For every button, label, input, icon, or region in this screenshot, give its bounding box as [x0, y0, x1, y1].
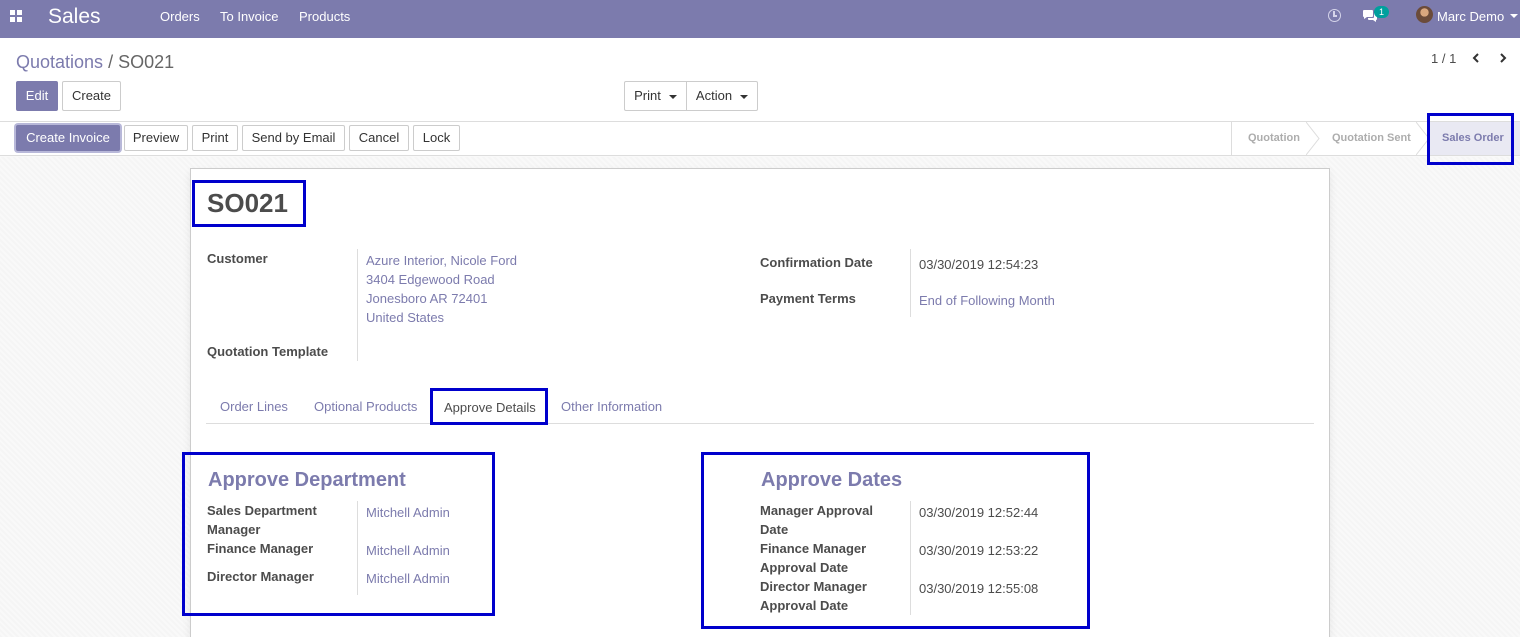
quotation-template-label: Quotation Template: [207, 344, 329, 359]
send-by-email-button[interactable]: Send by Email: [242, 125, 345, 151]
highlight-box-tab: [430, 388, 548, 425]
menu-orders[interactable]: Orders: [160, 9, 200, 24]
breadcrumb: Quotations / SO021: [16, 52, 174, 73]
lock-button[interactable]: Lock: [413, 125, 460, 151]
next-record-icon[interactable]: [1498, 53, 1508, 63]
customer-country: United States: [366, 310, 445, 325]
stage-quotation-sent: Quotation Sent: [1332, 132, 1411, 144]
highlight-box-dates: [701, 452, 1090, 629]
create-invoice-button[interactable]: Create Invoice: [16, 125, 120, 151]
top-navbar: Sales Orders To Invoice Products 1 Marc …: [0, 0, 1520, 38]
tabs-divider: [206, 423, 1314, 424]
customer-city: Jonesboro AR 72401: [366, 291, 488, 306]
highlight-box-stage: [1427, 113, 1514, 165]
previous-record-icon[interactable]: [1471, 53, 1481, 63]
breadcrumb-separator: /: [108, 52, 114, 72]
preview-button[interactable]: Preview: [124, 125, 188, 151]
statusbar: Create Invoice Preview Print Send by Ema…: [0, 122, 1520, 156]
breadcrumb-quotations[interactable]: Quotations: [16, 52, 103, 72]
user-menu[interactable]: Marc Demo: [1437, 9, 1504, 24]
pager-value[interactable]: 1 / 1: [1431, 51, 1456, 66]
message-count-badge: 1: [1374, 6, 1390, 18]
stage-quotation: Quotation: [1248, 132, 1300, 144]
tab-other-information[interactable]: Other Information: [561, 399, 662, 414]
control-panel: Quotations / SO021: [0, 38, 1520, 122]
stage-arrow-icon: [1306, 122, 1320, 155]
chevron-down-icon: [668, 94, 677, 99]
confirmation-date-label: Confirmation Date: [760, 255, 873, 270]
edit-button[interactable]: Edit: [16, 81, 58, 111]
cancel-button[interactable]: Cancel: [349, 125, 409, 151]
action-dropdown-label: Action: [695, 88, 733, 103]
print-button[interactable]: Print: [192, 125, 238, 151]
action-dropdown[interactable]: Action: [686, 81, 758, 111]
confirmation-date-value: 03/30/2019 12:54:23: [919, 257, 1039, 272]
payment-terms-label: Payment Terms: [760, 291, 856, 306]
customer-label: Customer: [207, 251, 268, 266]
activity-clock-icon[interactable]: [1328, 9, 1341, 22]
highlight-box-title: [192, 180, 306, 227]
payment-terms-link[interactable]: End of Following Month: [919, 291, 1055, 310]
print-dropdown-label: Print: [634, 88, 661, 103]
tab-optional-products[interactable]: Optional Products: [314, 399, 417, 414]
customer-street: 3404 Edgewood Road: [366, 272, 495, 287]
menu-products[interactable]: Products: [299, 9, 350, 24]
user-avatar[interactable]: [1416, 6, 1433, 23]
app-name[interactable]: Sales: [48, 5, 101, 29]
customer-name-link[interactable]: Azure Interior, Nicole Ford: [366, 251, 517, 270]
chevron-down-icon: [740, 94, 749, 99]
print-dropdown[interactable]: Print: [624, 81, 687, 111]
menu-to-invoice[interactable]: To Invoice: [220, 9, 279, 24]
tab-order-lines[interactable]: Order Lines: [220, 399, 288, 414]
breadcrumb-current: SO021: [118, 52, 175, 72]
user-menu-caret-icon[interactable]: [1510, 14, 1518, 18]
field-divider: [357, 249, 358, 361]
field-divider: [910, 249, 911, 317]
highlight-box-department: [182, 452, 495, 616]
create-button[interactable]: Create: [62, 81, 121, 111]
apps-grid-icon[interactable]: [10, 10, 24, 24]
